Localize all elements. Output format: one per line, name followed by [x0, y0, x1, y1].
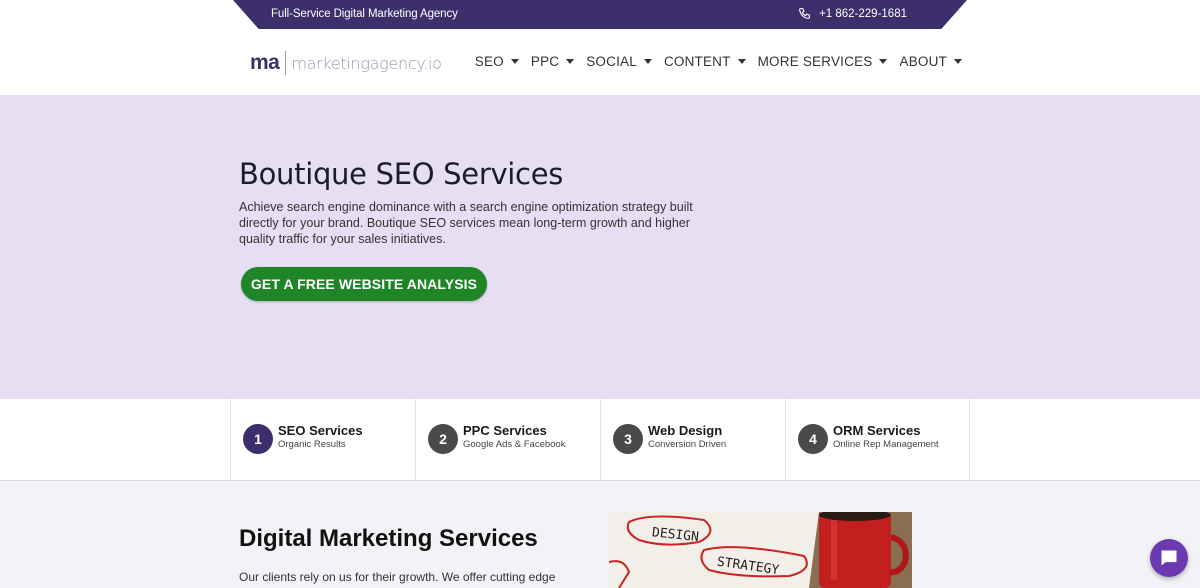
top-bar: Full-Service Digital Marketing Agency +1…	[233, 0, 967, 29]
nav-item-social[interactable]: SOCIAL	[586, 54, 652, 69]
step-title: SEO Services	[278, 423, 363, 438]
step-number: 2	[428, 424, 458, 454]
phone-number[interactable]: +1 862-229-1681	[819, 8, 907, 20]
nav-item-about[interactable]: ABOUT	[899, 54, 962, 69]
step-title: Web Design	[648, 423, 723, 438]
logo-mark: ma	[250, 51, 280, 74]
step-subtitle: Google Ads & Facebook	[463, 439, 566, 450]
step-seo-services[interactable]: 1 SEO Services Organic Results	[230, 399, 415, 480]
nav-label: SEO	[474, 54, 504, 69]
strategy-photo: DESIGN STRATEGY	[609, 512, 912, 588]
nav-label: ABOUT	[899, 54, 947, 69]
logo-wordmark: marketingagency.io	[291, 53, 442, 73]
step-number: 1	[243, 424, 273, 454]
step-title: PPC Services	[463, 423, 547, 438]
chevron-down-icon	[737, 59, 746, 64]
nav-item-seo[interactable]: SEO	[475, 54, 519, 69]
digital-marketing-section: Digital Marketing Services Our clients r…	[0, 481, 1200, 588]
strategy-illustration: DESIGN STRATEGY	[609, 512, 912, 588]
nav-item-content[interactable]: CONTENT	[664, 54, 746, 69]
nav-label: PPC	[530, 54, 560, 69]
chevron-down-icon	[566, 59, 575, 64]
chevron-down-icon	[510, 59, 519, 64]
hero-section: Boutique SEO Services Achieve search eng…	[0, 95, 1200, 399]
step-number: 3	[613, 424, 643, 454]
nav-label: MORE SERVICES	[757, 54, 873, 69]
agency-tagline: Full-Service Digital Marketing Agency	[271, 8, 458, 20]
main-nav: SEO PPC SOCIAL CONTENT MORE SERVICES ABO…	[463, 54, 962, 69]
step-title: ORM Services	[833, 423, 921, 438]
step-number: 4	[798, 424, 828, 454]
step-subtitle: Online Rep Management	[833, 439, 939, 450]
hero-description: Achieve search engine dominance with a s…	[239, 200, 693, 246]
nav-label: SOCIAL	[586, 54, 637, 69]
chevron-down-icon	[643, 59, 652, 64]
section-title: Digital Marketing Services	[239, 525, 538, 552]
step-subtitle: Organic Results	[278, 439, 346, 450]
chevron-down-icon	[954, 59, 962, 64]
step-ppc-services[interactable]: 2 PPC Services Google Ads & Facebook	[415, 399, 600, 480]
step-subtitle: Conversion Driven	[648, 439, 727, 450]
nav-item-ppc[interactable]: PPC	[530, 54, 575, 69]
phone-link[interactable]: +1 862-229-1681	[798, 7, 907, 20]
chat-widget-button[interactable]	[1150, 539, 1188, 577]
section-intro: Our clients rely on us for their growth.…	[239, 570, 556, 584]
chat-icon	[1161, 550, 1177, 566]
step-orm-services[interactable]: 4 ORM Services Online Rep Management	[785, 399, 970, 480]
site-header: ma marketingagency.io SEO PPC SOCIAL CON…	[0, 29, 1200, 95]
free-analysis-button[interactable]: GET A FREE WEBSITE ANALYSIS	[241, 267, 487, 301]
nav-label: CONTENT	[663, 54, 731, 69]
logo-divider	[285, 51, 287, 75]
site-logo[interactable]: ma marketingagency.io	[250, 51, 442, 75]
chevron-down-icon	[879, 59, 888, 64]
nav-item-more-services[interactable]: MORE SERVICES	[758, 54, 888, 69]
hero-title: Boutique SEO Services	[239, 157, 564, 191]
services-steps: 1 SEO Services Organic Results 2 PPC Ser…	[0, 399, 1200, 481]
step-web-design[interactable]: 3 Web Design Conversion Driven	[600, 399, 785, 480]
phone-icon	[799, 8, 810, 19]
